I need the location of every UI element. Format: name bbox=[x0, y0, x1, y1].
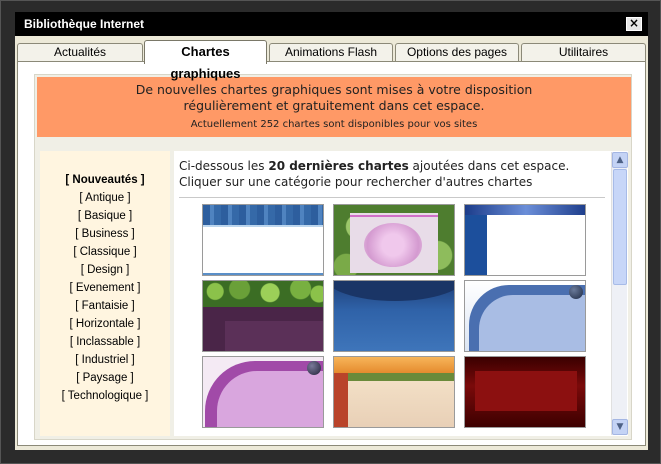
app-window: Bibliothèque Internet × Actualités Chart… bbox=[0, 0, 661, 464]
template-thumbnail[interactable] bbox=[202, 280, 324, 352]
template-thumbnail[interactable] bbox=[333, 356, 455, 428]
intro-line-2: Cliquer sur une catégorie pour recherche… bbox=[179, 175, 533, 189]
scroll-down-icon[interactable]: ▼ bbox=[612, 419, 628, 435]
category-industriel[interactable]: [ Industriel ] bbox=[40, 351, 170, 369]
category-classique[interactable]: [ Classique ] bbox=[40, 243, 170, 261]
template-thumbnail[interactable] bbox=[333, 280, 455, 352]
template-thumbnail[interactable] bbox=[464, 280, 586, 352]
dialog-frame: Actualités Chartes graphiques Animations… bbox=[15, 36, 648, 450]
close-icon[interactable]: × bbox=[626, 17, 642, 31]
intro-suffix: ajoutées dans cet espace. bbox=[408, 159, 570, 173]
tab-utilitaires[interactable]: Utilitaires bbox=[521, 43, 646, 62]
category-design[interactable]: [ Design ] bbox=[40, 261, 170, 279]
category-antique[interactable]: [ Antique ] bbox=[40, 189, 170, 207]
tab-animations-flash[interactable]: Animations Flash bbox=[269, 43, 393, 62]
content-area: De nouvelles chartes graphiques sont mis… bbox=[34, 74, 632, 440]
tab-panel: De nouvelles chartes graphiques sont mis… bbox=[17, 61, 646, 446]
category-inclassable[interactable]: [ Inclassable ] bbox=[40, 333, 170, 351]
banner-line-1: De nouvelles chartes graphiques sont mis… bbox=[135, 82, 533, 97]
banner-line-2: régulièrement et gratuitement dans cet e… bbox=[183, 98, 485, 113]
template-thumbnail[interactable] bbox=[202, 204, 324, 276]
title-bar: Bibliothèque Internet × bbox=[15, 12, 648, 36]
intro-text: Ci-dessous les 20 dernières chartes ajou… bbox=[179, 158, 604, 190]
intro-prefix: Ci-dessous les bbox=[179, 159, 269, 173]
category-evenement[interactable]: [ Evenement ] bbox=[40, 279, 170, 297]
tab-options-des-pages[interactable]: Options des pages bbox=[395, 43, 519, 62]
vertical-scrollbar[interactable]: ▲ ▼ bbox=[611, 152, 628, 435]
category-horizontale[interactable]: [ Horizontale ] bbox=[40, 315, 170, 333]
intro-highlight: 20 dernières chartes bbox=[268, 159, 409, 173]
tab-actualites[interactable]: Actualités bbox=[17, 43, 143, 62]
tab-bar: Actualités Chartes graphiques Animations… bbox=[17, 40, 647, 81]
template-thumbnail[interactable] bbox=[464, 356, 586, 428]
tab-chartes-graphiques[interactable]: Chartes graphiques bbox=[144, 40, 267, 81]
scroll-up-icon[interactable]: ▲ bbox=[612, 152, 628, 168]
chartes-list: Ci-dessous les 20 dernières chartes ajou… bbox=[174, 151, 628, 436]
category-fantaisie[interactable]: [ Fantaisie ] bbox=[40, 297, 170, 315]
template-thumbnail[interactable] bbox=[464, 204, 586, 276]
category-paysage[interactable]: [ Paysage ] bbox=[40, 369, 170, 387]
template-thumbnail[interactable] bbox=[333, 204, 455, 276]
category-business[interactable]: [ Business ] bbox=[40, 225, 170, 243]
scrollbar-thumb[interactable] bbox=[613, 169, 627, 285]
category-sidebar: [ Nouveautés ] [ Antique ] [ Basique ] [… bbox=[40, 151, 170, 436]
category-technologique[interactable]: [ Technologique ] bbox=[40, 387, 170, 405]
separator bbox=[179, 197, 605, 198]
category-nouveautes[interactable]: [ Nouveautés ] bbox=[40, 171, 170, 189]
category-basique[interactable]: [ Basique ] bbox=[40, 207, 170, 225]
template-thumbnail[interactable] bbox=[202, 356, 324, 428]
window-title: Bibliothèque Internet bbox=[24, 17, 144, 31]
banner-count: Actuellement 252 chartes sont disponible… bbox=[190, 119, 478, 130]
info-banner: De nouvelles chartes graphiques sont mis… bbox=[37, 77, 631, 137]
